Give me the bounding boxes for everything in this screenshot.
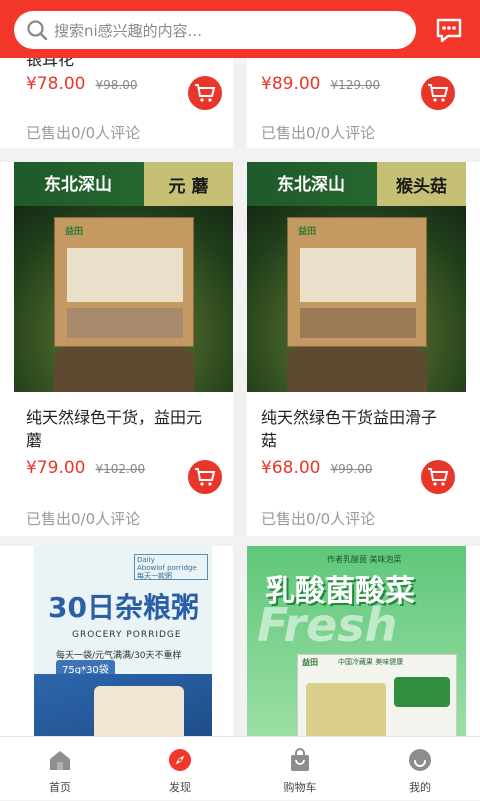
home-icon [47,747,73,773]
search-icon [20,11,54,49]
compass-icon [167,747,193,773]
top-bar: 搜索ni感兴趣的内容... [0,0,480,58]
product-title: 纯天然绿色干货，益田元蘑 [26,408,203,450]
product-image[interactable]: 作者乳酸菌 美味泡菜 乳酸菌酸菜 Fresh 中国冷藏果 美味健康 益田 [247,546,466,736]
search-bar[interactable]: 搜索ni感兴趣的内容... [14,11,416,49]
product-image[interactable]: 东北深山 猴头菇 益田 [247,162,466,392]
image-banner: 东北深山 元 蘑 [14,162,233,206]
tab-profile[interactable]: 我的 [360,737,480,801]
original-price: ¥129.00 [330,78,381,92]
image-banner: 东北深山 猴头菇 [247,162,466,206]
product-box: 益田 [54,217,194,347]
sold-count: 已售出0/0人评论 [261,510,376,528]
current-price: ¥79.00 [26,458,86,478]
sold-count: 已售出0/0人评论 [26,124,141,142]
add-to-cart-button[interactable] [421,76,455,110]
search-input[interactable]: 搜索ni感兴趣的内容... [54,20,202,41]
product-price: ¥89.00 ¥129.00 [261,74,380,94]
product-image[interactable]: 东北深山 元 蘑 益田 [14,162,233,392]
cart-icon [195,468,216,486]
product-card[interactable]: 银耳花 ¥78.00 ¥98.00 已售出0/0人评论 [0,58,233,148]
product-grid[interactable]: 银耳花 ¥78.00 ¥98.00 已售出0/0人评论 ¥89.00 ¥129.… [0,58,480,736]
current-price: ¥68.00 [261,458,321,478]
product-title: 纯天然绿色干货益田滑子菇 [261,408,438,450]
cart-icon [428,468,449,486]
cart-icon [428,84,449,102]
current-price: ¥89.00 [261,74,321,94]
bottom-tab-bar: 首页 发现 购物车 我的 [0,736,480,800]
add-to-cart-button[interactable] [421,460,455,494]
add-to-cart-button[interactable] [188,460,222,494]
original-price: ¥99.00 [330,462,373,476]
product-image[interactable]: Daily Abowlof porridge 每天一款粥 30日杂粮粥 GROCER… [34,546,212,736]
chat-icon[interactable] [434,15,464,45]
product-card[interactable]: 东北深山 元 蘑 益田 纯天然绿色干货，益田元蘑 ¥79.00 ¥102.00 … [0,162,233,536]
product-card[interactable]: Daily Abowlof porridge 每天一款粥 30日杂粮粥 GROCER… [0,546,233,736]
product-price: ¥79.00 ¥102.00 [26,458,145,478]
sold-count: 已售出0/0人评论 [26,510,141,528]
tab-home[interactable]: 首页 [0,737,120,801]
cart-icon [195,84,216,102]
tab-cart[interactable]: 购物车 [240,737,360,801]
product-card[interactable]: 作者乳酸菌 美味泡菜 乳酸菌酸菜 Fresh 中国冷藏果 美味健康 益田 [247,546,480,736]
original-price: ¥102.00 [95,462,146,476]
tab-discover[interactable]: 发现 [120,737,240,801]
product-box: 益田 [287,217,427,347]
product-card[interactable]: ¥89.00 ¥129.00 已售出0/0人评论 [247,58,480,148]
shopping-bag-icon [287,747,313,773]
current-price: ¥78.00 [26,74,86,94]
product-price: ¥68.00 ¥99.00 [261,458,372,478]
product-price: ¥78.00 ¥98.00 [26,74,137,94]
add-to-cart-button[interactable] [188,76,222,110]
original-price: ¥98.00 [95,78,138,92]
product-card[interactable]: 东北深山 猴头菇 益田 纯天然绿色干货益田滑子菇 ¥68.00 ¥99.00 已… [247,162,480,536]
sold-count: 已售出0/0人评论 [261,124,376,142]
profile-face-icon [407,747,433,773]
product-title: 银耳花 [26,58,75,69]
